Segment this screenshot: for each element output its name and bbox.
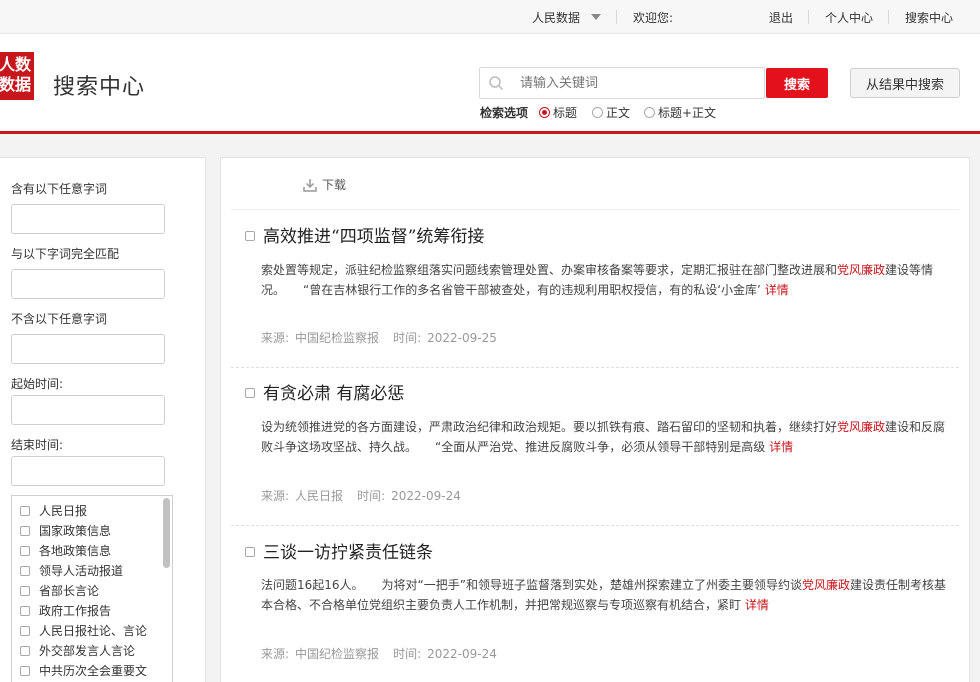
- source-item[interactable]: 领导人活动报道: [20, 562, 123, 579]
- checkbox-icon[interactable]: [20, 606, 30, 616]
- exclude-words-input[interactable]: [11, 334, 165, 364]
- search-icon: [489, 76, 504, 91]
- profile-link[interactable]: 个人中心: [825, 9, 873, 26]
- divider: [231, 367, 959, 368]
- result-meta: 来源: 人民日报 时间: 2022-09-24: [261, 489, 461, 503]
- search-box[interactable]: [479, 67, 765, 99]
- result-meta: 来源: 中国纪检监察报 时间: 2022-09-25: [261, 331, 497, 345]
- chevron-down-icon[interactable]: [591, 14, 601, 20]
- checkbox-icon[interactable]: [20, 546, 30, 556]
- scrollbar[interactable]: [163, 498, 170, 568]
- result-snippet: 索处置等规定，派驻纪检监察组落实问题线索管理处置、办案审核备案等要求，定期汇报驻…: [261, 263, 934, 297]
- divider: [808, 10, 809, 24]
- result-title[interactable]: 有贪必肃 有腐必惩: [245, 379, 404, 404]
- source-item[interactable]: 人民日报: [20, 502, 87, 519]
- product-menu[interactable]: 人民数据: [532, 9, 580, 26]
- checkbox-icon[interactable]: [245, 388, 255, 398]
- result-date: 2022-09-24: [427, 647, 497, 661]
- source-item[interactable]: 各地政策信息: [20, 542, 111, 559]
- filter-panel: 含有以下任意字词 与以下字词完全匹配 不含以下任意字词 起始时间: 结束时间: …: [0, 157, 206, 682]
- page-title: 搜索中心: [53, 75, 146, 100]
- search-within-results-button[interactable]: 从结果中搜索: [850, 68, 960, 98]
- start-time-label: 起始时间:: [11, 377, 64, 391]
- source-item[interactable]: 中共历次全会重要文: [20, 662, 147, 679]
- search-options-label: 检索选项: [480, 106, 529, 120]
- keyword-highlight: 党风廉政: [801, 578, 850, 592]
- details-link[interactable]: 详情: [745, 598, 769, 612]
- result-date: 2022-09-25: [427, 331, 497, 345]
- checkbox-icon[interactable]: [20, 626, 30, 636]
- divider: [231, 525, 959, 526]
- result-source: 人民日报: [295, 489, 344, 503]
- result-title[interactable]: 三谈一访拧紧责任链条: [245, 538, 433, 563]
- checkbox-icon[interactable]: [20, 666, 30, 676]
- result-source: 中国纪检监察报: [295, 647, 380, 661]
- checkbox-icon[interactable]: [20, 506, 30, 516]
- option-body[interactable]: 正文: [592, 104, 630, 121]
- keyword-highlight: 党风廉政: [837, 263, 886, 277]
- search-center-link[interactable]: 搜索中心: [905, 9, 953, 26]
- radio-icon[interactable]: [644, 107, 655, 118]
- option-title[interactable]: 标题: [539, 104, 577, 121]
- details-link[interactable]: 详情: [765, 283, 789, 297]
- result-title[interactable]: 高效推进“四项监督”统筹衔接: [245, 222, 484, 247]
- end-time-input[interactable]: [11, 456, 165, 486]
- top-nav-bar: 人民数据 欢迎您: 退出 个人中心 搜索中心: [0, 0, 980, 34]
- logout-link[interactable]: 退出: [769, 9, 793, 26]
- download-button[interactable]: 下载: [303, 176, 346, 193]
- checkbox-icon[interactable]: [245, 231, 255, 241]
- option-title-body[interactable]: 标题+正文: [644, 104, 716, 121]
- radio-selected-icon[interactable]: [539, 107, 550, 118]
- divider: [231, 209, 959, 210]
- checkbox-icon[interactable]: [245, 547, 255, 557]
- keyword-highlight: 党风廉政: [837, 420, 886, 434]
- search-button[interactable]: 搜索: [766, 68, 828, 98]
- checkbox-icon[interactable]: [20, 566, 30, 576]
- details-link[interactable]: 详情: [769, 440, 793, 454]
- checkbox-icon[interactable]: [20, 646, 30, 656]
- exclude-words-label: 不含以下任意字词: [11, 312, 108, 326]
- result-date: 2022-09-24: [391, 489, 461, 503]
- divider: [888, 10, 889, 24]
- result-meta: 来源: 中国纪检监察报 时间: 2022-09-24: [261, 647, 497, 661]
- result-snippet: 法问题16起16人。 为将对“一把手”和领导班子监督落到实处，楚雄州探索建立了州…: [261, 578, 947, 612]
- exact-match-input[interactable]: [11, 269, 165, 299]
- source-item[interactable]: 政府工作报告: [20, 602, 111, 619]
- result-snippet: 设为统领推进党的各方面建设，严肃政治纪律和政治规矩。要以抓铁有痕、踏石留印的坚韧…: [261, 420, 946, 454]
- logo[interactable]: 人数 数据: [0, 52, 34, 100]
- results-panel: 下载 高效推进“四项监督”统筹衔接 索处置等规定，派驻纪检监察组落实问题线索管理…: [220, 157, 970, 682]
- radio-icon[interactable]: [592, 107, 603, 118]
- any-words-label: 含有以下任意字词: [11, 182, 108, 196]
- search-input[interactable]: [520, 73, 755, 93]
- result-source: 中国纪检监察报: [295, 331, 380, 345]
- source-item[interactable]: 省部长言论: [20, 582, 99, 599]
- exact-match-label: 与以下字词完全匹配: [11, 247, 120, 261]
- any-words-input[interactable]: [11, 204, 165, 234]
- source-item[interactable]: 国家政策信息: [20, 522, 111, 539]
- header: 人数 数据 搜索中心 搜索 从结果中搜索 检索选项 标题 正文 标题+正文: [0, 34, 980, 134]
- checkbox-icon[interactable]: [20, 586, 30, 596]
- source-item[interactable]: 人民日报社论、言论: [20, 622, 147, 639]
- source-list[interactable]: 人民日报 国家政策信息 各地政策信息 领导人活动报道 省部长言论 政府工作报告 …: [11, 495, 173, 682]
- end-time-label: 结束时间:: [11, 438, 64, 452]
- checkbox-icon[interactable]: [20, 526, 30, 536]
- source-item[interactable]: 外交部发言人言论: [20, 642, 135, 659]
- divider: [616, 10, 617, 24]
- download-icon: [303, 179, 317, 192]
- welcome-text: 欢迎您:: [633, 11, 674, 25]
- start-time-input[interactable]: [11, 395, 165, 425]
